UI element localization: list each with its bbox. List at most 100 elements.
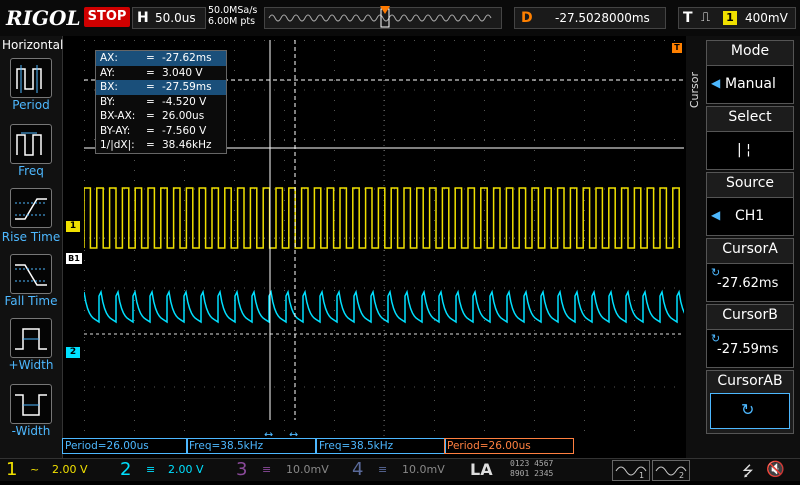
ch1-marker[interactable]: 1 xyxy=(66,221,80,232)
select-value: | ¦ xyxy=(737,142,751,158)
cursor-b-title: CursorB xyxy=(722,307,778,323)
cursor-ab-value-box: ↻ xyxy=(710,393,790,429)
left-arrow-icon: ◀ xyxy=(711,76,721,90)
ch1-scale: 2.00 V xyxy=(52,463,88,476)
cursor-a-title: CursorA xyxy=(722,241,778,257)
timebase-value: 50.0us xyxy=(155,11,196,25)
cursor-readout-row: 1/|dX|: = 38.46kHz xyxy=(96,138,226,153)
ch2-scale: 2.00 V xyxy=(168,463,204,476)
period-button[interactable] xyxy=(10,58,52,98)
ch1-waveform xyxy=(84,187,680,249)
cursor-readout-row: BX-AX: = 26.00us xyxy=(96,109,226,124)
ch2-marker[interactable]: 2 xyxy=(66,347,80,358)
la-bits-row-1: 0123 4567 xyxy=(510,459,554,468)
select-softkey[interactable]: Select | ¦ xyxy=(706,106,794,170)
readout-value: 38.46kHz xyxy=(162,139,212,151)
knob-rotate-icon: ↻ xyxy=(741,400,755,419)
bus1-marker[interactable]: B1 xyxy=(66,253,82,264)
negative-width-label: -Width xyxy=(11,424,51,438)
measurement-item[interactable]: Period=26.00us xyxy=(444,438,574,454)
readout-value: 26.00us xyxy=(162,110,205,122)
freq-label: Freq xyxy=(18,164,44,178)
ch2-waveform xyxy=(84,289,684,324)
readout-key: 1/|dX|: xyxy=(100,139,135,151)
cursor-readout-row: BX: = -27.59ms xyxy=(96,80,226,95)
timebase-letter: H xyxy=(137,10,149,26)
readout-equals: = xyxy=(146,81,155,93)
la-bits-row-2: 8901 2345 xyxy=(510,469,554,478)
source-value: CH1 xyxy=(735,208,765,224)
readout-key: AY: xyxy=(100,66,115,79)
cursor-ab-title: CursorAB xyxy=(717,373,783,389)
cursor-b-value-box: ↻ -27.59ms xyxy=(707,329,793,367)
cursor-b-value: -27.59ms xyxy=(717,342,779,357)
source-value-box: ◀ CH1 xyxy=(707,197,793,235)
la-label: LA xyxy=(470,460,493,479)
cursor-readout-table: AX: = -27.62ms AY: = 3.040 V BX: = -27.59ms BY: = -… xyxy=(95,50,227,154)
cursor-b-softkey[interactable]: CursorB ↻ -27.59ms xyxy=(706,304,794,368)
readout-equals: = xyxy=(146,139,155,151)
ch4-scale: 10.0mV xyxy=(402,463,445,476)
speaker-muted-icon[interactable]: 🔇 xyxy=(766,460,785,478)
trigger-box[interactable]: T ⎍ 1 400mV xyxy=(678,7,796,29)
cursor-a-value-box: ↻ -27.62ms xyxy=(707,263,793,301)
ch4-status[interactable]: 4 ≡ 10.0mV xyxy=(346,459,458,481)
readout-value: -27.62ms xyxy=(162,52,212,64)
ch3-number: 3 xyxy=(236,459,248,480)
ch3-coupling-icon: ≡ xyxy=(262,463,272,476)
measurement-bar: Period=26.00us Freq=38.5kHz Freq=38.5kHz… xyxy=(62,438,686,454)
ch2-number: 2 xyxy=(120,459,132,480)
run-stop-indicator[interactable]: STOP xyxy=(84,7,130,27)
trigger-channel-badge: 1 xyxy=(723,11,737,25)
delay-value: -27.5028000ms xyxy=(555,11,650,25)
measure-category-title: Horizontal xyxy=(2,38,64,52)
menu-side-label: Cursor xyxy=(688,72,701,109)
cursor-ab-softkey[interactable]: CursorAB ↻ xyxy=(706,370,794,434)
fall-time-button[interactable] xyxy=(10,254,52,294)
period-icon xyxy=(16,65,42,93)
rise-time-button[interactable] xyxy=(10,188,52,228)
ch4-coupling-icon: ≡ xyxy=(378,463,388,476)
mode-value-box: ◀ Manual xyxy=(707,65,793,103)
trigger-edge-icon: ⎍ xyxy=(701,10,711,25)
readout-key: BX: xyxy=(100,81,118,93)
readout-key: BY: xyxy=(100,95,116,108)
ch3-scale: 10.0mV xyxy=(286,463,329,476)
measurement-item[interactable]: Period=26.00us xyxy=(62,438,188,454)
acquisition-info: 50.0MSa/s 6.00M pts xyxy=(208,5,257,27)
mode-softkey[interactable]: Mode ◀ Manual xyxy=(706,40,794,104)
measurement-item[interactable]: Freq=38.5kHz xyxy=(316,438,446,454)
timebase-box[interactable]: H 50.0us xyxy=(132,7,206,29)
ch1-status[interactable]: 1 ~ 2.00 V xyxy=(0,459,112,481)
measurement-item[interactable]: Freq=38.5kHz xyxy=(186,438,316,454)
select-value-box: | ¦ xyxy=(707,131,793,169)
ch3-status[interactable]: 3 ≡ 10.0mV xyxy=(230,459,342,481)
readout-equals: = xyxy=(146,110,155,122)
negative-width-button[interactable] xyxy=(10,384,52,424)
positive-width-label: +Width xyxy=(8,358,54,372)
rise-time-label: Rise Time xyxy=(1,230,61,244)
delay-box[interactable]: D -27.5028000ms xyxy=(514,7,666,29)
cursor-readout-row: BY-AY: = -7.560 V xyxy=(96,124,226,139)
readout-value: 3.040 V xyxy=(162,66,203,79)
source1-icon[interactable]: 1 xyxy=(612,460,650,481)
la-status[interactable]: LA 0123 4567 8901 2345 xyxy=(462,459,604,481)
cursor-a-arrow-icon: ↔ xyxy=(264,428,273,436)
readout-equals: = xyxy=(146,66,155,79)
cursor-a-softkey[interactable]: CursorA ↻ -27.62ms xyxy=(706,238,794,302)
readout-key: BX-AX: xyxy=(100,110,136,122)
trigger-offscreen-marker: T xyxy=(672,43,682,53)
rigol-logo: RIGOL xyxy=(6,6,81,30)
readout-value: -4.520 V xyxy=(162,95,207,108)
source-softkey[interactable]: Source ◀ CH1 xyxy=(706,172,794,236)
freq-button[interactable] xyxy=(10,124,52,164)
delay-letter: D xyxy=(521,10,533,26)
source2-icon[interactable]: 2 xyxy=(652,460,690,481)
cursor-readout-row: AX: = -27.62ms xyxy=(96,51,226,66)
ch1-number: 1 xyxy=(6,459,18,480)
svg-text:1: 1 xyxy=(639,471,644,480)
positive-width-button[interactable] xyxy=(10,318,52,358)
readout-equals: = xyxy=(146,95,155,108)
trigger-letter: T xyxy=(683,10,693,26)
ch2-status[interactable]: 2 ≡ 2.00 V xyxy=(114,459,226,481)
